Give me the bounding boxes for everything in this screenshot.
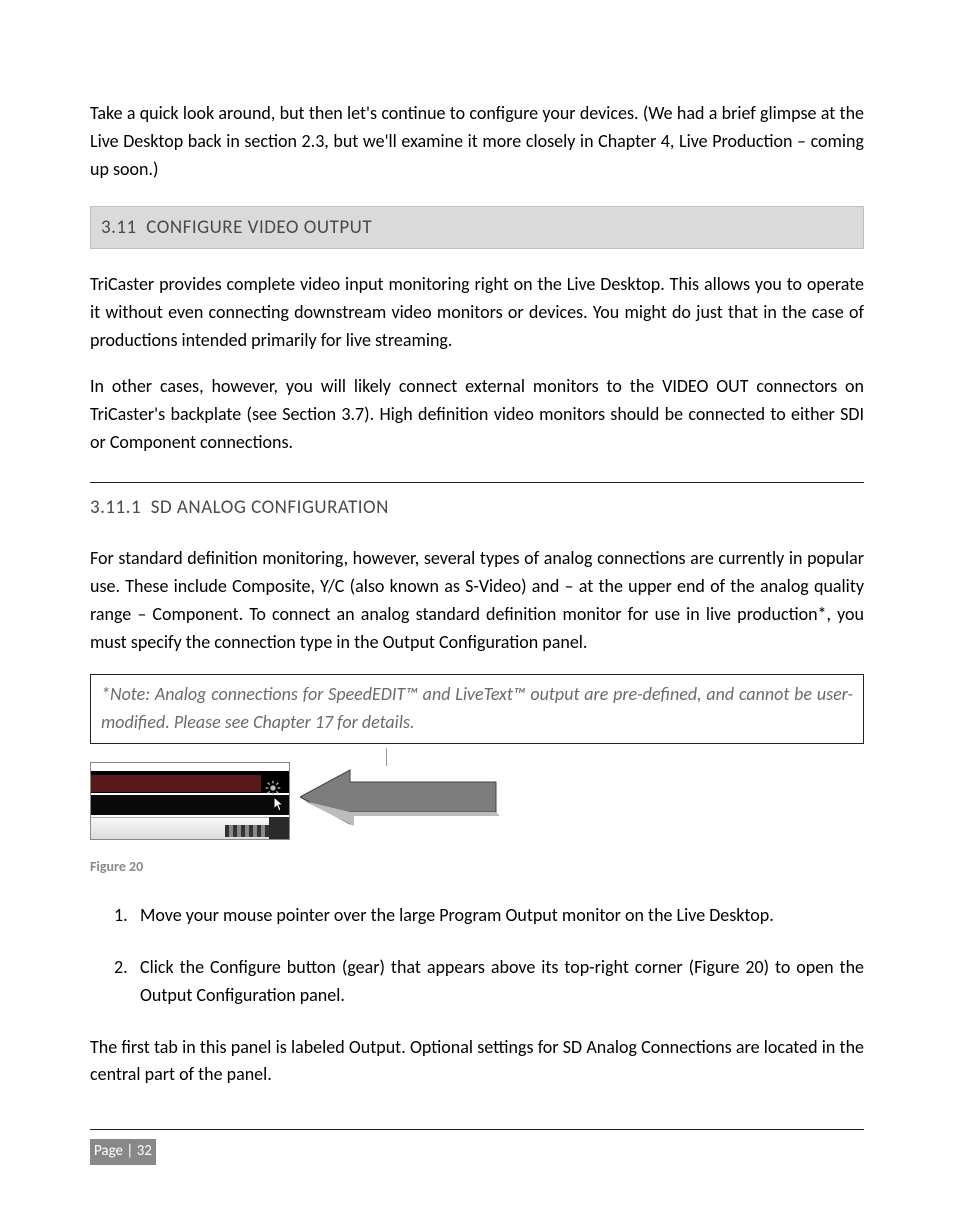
toolbar-region xyxy=(91,817,289,839)
step-2: 2. Click the Configure button (gear) tha… xyxy=(90,954,864,1010)
step-1: 1. Move your mouse pointer over the larg… xyxy=(90,902,864,930)
figure-caption: Figure 20 xyxy=(90,856,864,878)
footer-rule xyxy=(90,1129,864,1130)
page-number: Page | 32 xyxy=(90,1139,156,1164)
section-p1: TriCaster provides complete video input … xyxy=(90,271,864,355)
section-p2: In other cases, however, you will likely… xyxy=(90,373,864,457)
subsection-heading: 3.11.1 SD ANALOG CONFIGURATION xyxy=(90,482,864,522)
section-number: 3.11 xyxy=(101,216,137,239)
toolbar-dark-tab xyxy=(269,817,289,839)
closing-paragraph: The first tab in this panel is labeled O… xyxy=(90,1034,864,1090)
figure-image xyxy=(90,762,490,842)
intro-paragraph: Take a quick look around, but then let's… xyxy=(90,100,864,184)
step-2-text: Click the Configure button (gear) that a… xyxy=(140,954,864,1010)
steps-list: 1. Move your mouse pointer over the larg… xyxy=(90,902,864,1010)
step-1-number: 1. xyxy=(90,902,140,930)
subsection-number: 3.11.1 xyxy=(90,496,141,519)
step-1-text: Move your mouse pointer over the large P… xyxy=(140,902,864,930)
arrow-left-icon xyxy=(300,766,500,828)
figure-20 xyxy=(90,762,864,842)
section-heading: 3.11 CONFIGURE VIDEO OUTPUT xyxy=(90,206,864,249)
figure-divider xyxy=(386,748,387,766)
section-title: CONFIGURE VIDEO OUTPUT xyxy=(146,216,372,239)
dark-bar-lower xyxy=(91,795,289,815)
note-box: *Note: Analog connections for SpeedEDIT™… xyxy=(90,674,864,744)
gear-icon xyxy=(265,777,281,793)
cursor-icon xyxy=(273,793,287,809)
step-2-number: 2. xyxy=(90,954,140,1010)
subsection-p1: For standard definition monitoring, howe… xyxy=(90,545,864,657)
screenshot-region xyxy=(90,762,290,840)
subsection-title: SD ANALOG CONFIGURATION xyxy=(151,496,389,519)
maroon-bar xyxy=(91,775,261,792)
